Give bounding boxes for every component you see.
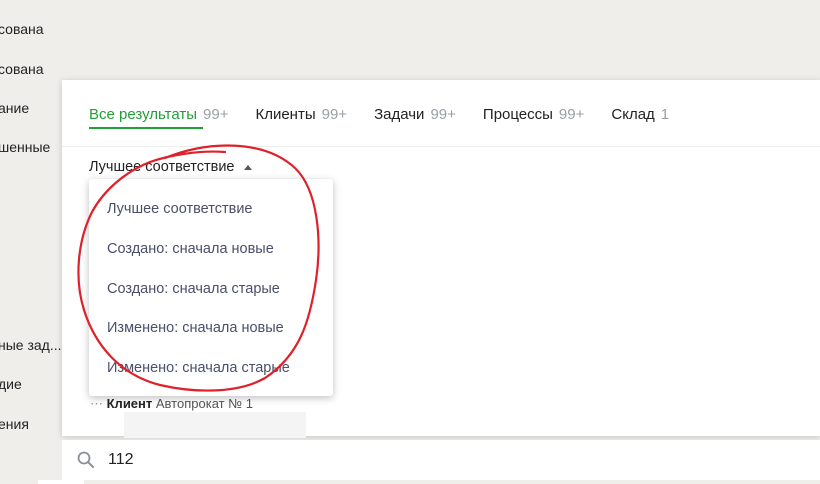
tab-label: Клиенты: [255, 106, 316, 123]
tab-count: 99+: [558, 106, 585, 123]
sidebar-item[interactable]: сована: [0, 21, 62, 37]
caret-up-icon: [243, 164, 252, 170]
background-sidebar: сована сована ание шенные ные зад... дие…: [0, 0, 62, 484]
tab-label: Склад: [611, 106, 655, 123]
sort-option-created-oldest[interactable]: Создано: сначала старые: [107, 281, 280, 297]
tab-label: Процессы: [482, 106, 553, 123]
result-type: Клиент: [106, 396, 153, 411]
sidebar-item[interactable]: ные зад...: [0, 337, 62, 353]
result-icon: ⋯: [90, 396, 107, 411]
sidebar-item[interactable]: ения: [0, 416, 62, 432]
tab-tasks[interactable]: Задачи 99+: [374, 106, 456, 129]
result-tabs: Все результаты 99+ Клиенты 99+ Задачи 99…: [89, 106, 696, 129]
sort-dropdown-toggle[interactable]: Лучшее соответствие: [89, 159, 252, 175]
sort-option-best-match[interactable]: Лучшее соответствие: [107, 201, 253, 217]
search-icon: [77, 451, 94, 468]
result-card: [124, 412, 306, 438]
search-input[interactable]: [106, 450, 710, 470]
search-bar: [62, 440, 820, 480]
result-row[interactable]: ⋯ Клиент Автопрокат № 1: [90, 396, 253, 412]
bottom-strip: [38, 480, 84, 484]
sidebar-item[interactable]: ание: [0, 100, 62, 116]
tab-clients[interactable]: Клиенты 99+: [255, 106, 347, 129]
tab-all-results[interactable]: Все результаты 99+: [89, 106, 228, 129]
tab-label: Задачи: [374, 106, 425, 123]
tab-count: 1: [660, 106, 670, 123]
sort-option-modified-newest[interactable]: Изменено: сначала новые: [107, 320, 284, 336]
tab-divider: [62, 146, 820, 147]
sort-option-created-newest[interactable]: Создано: сначала новые: [107, 241, 274, 257]
sort-label: Лучшее соответствие: [89, 159, 235, 175]
tab-warehouse[interactable]: Склад 1: [611, 106, 669, 129]
tab-count: 99+: [430, 106, 456, 123]
sort-option-modified-oldest[interactable]: Изменено: сначала старые: [107, 360, 290, 376]
sidebar-item[interactable]: шенные: [0, 139, 62, 155]
tab-count: 99+: [321, 106, 348, 123]
tab-count: 99+: [203, 106, 229, 123]
tab-label: Все результаты: [89, 106, 198, 123]
sidebar-item[interactable]: сована: [0, 61, 62, 77]
sidebar-item[interactable]: дие: [0, 376, 62, 392]
result-title: Автопрокат № 1: [155, 396, 253, 411]
sort-options-menu: Лучшее соответствие Создано: сначала нов…: [89, 179, 333, 396]
tab-processes[interactable]: Процессы 99+: [483, 106, 584, 129]
